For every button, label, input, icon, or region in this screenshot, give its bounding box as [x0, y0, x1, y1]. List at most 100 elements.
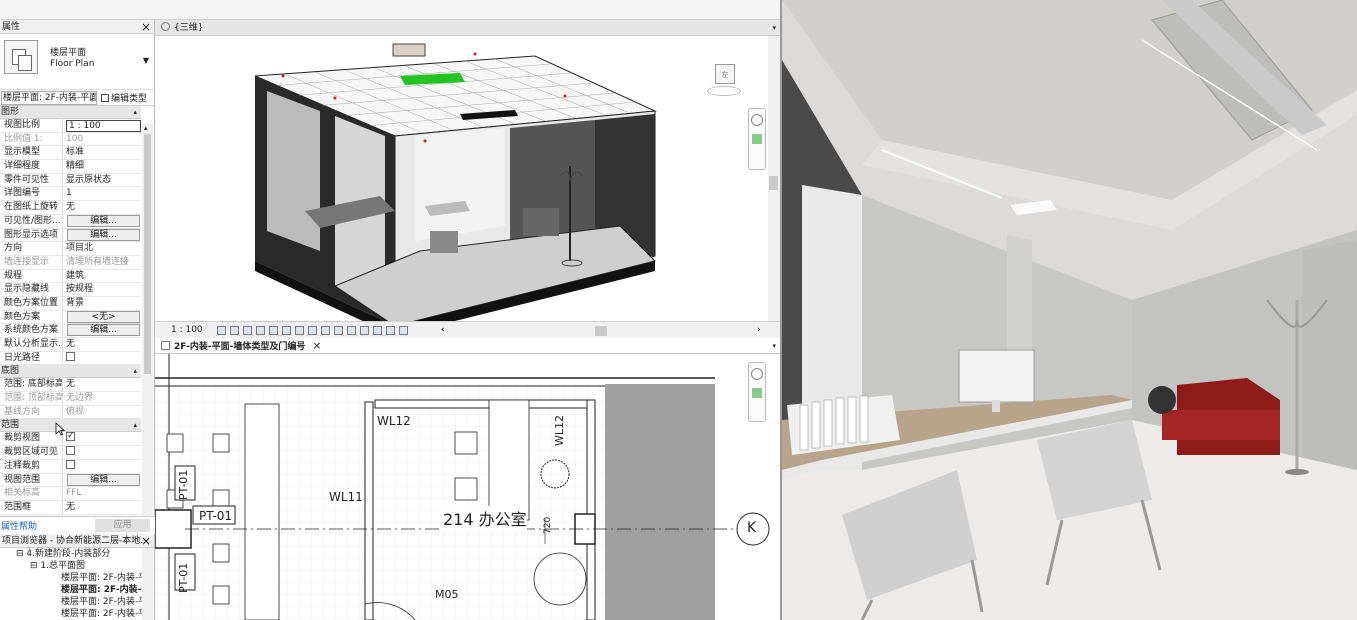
dimension-text[interactable]: 720	[543, 517, 553, 534]
wall-tag-wl12[interactable]: WL12	[553, 415, 566, 446]
steering-wheel-icon[interactable]	[751, 368, 763, 380]
tree-item[interactable]: ⊟ 1.总平面图	[0, 560, 154, 572]
crop-region-visible-checkbox[interactable]	[66, 446, 75, 456]
wall-tag-wl11[interactable]: WL11	[329, 490, 363, 504]
highlight-constraints-icon[interactable]	[373, 326, 382, 335]
prop-row[interactable]: 默认分析显示... 无	[0, 338, 141, 352]
worksharing-icon[interactable]	[386, 326, 395, 335]
sun-path-icon[interactable]	[243, 326, 252, 335]
edit-visibility-button[interactable]: 编辑...	[67, 214, 140, 227]
tree-item[interactable]: 楼层平面: 2F-内装-平	[0, 596, 154, 608]
view-floor-plan[interactable]: 2F-内装-平面-墙体类型及门编号 × ▾ WL12 WL12 WL11 PT-…	[155, 338, 780, 620]
prop-row[interactable]: 规程 建筑	[0, 269, 141, 284]
prop-row[interactable]: 显示隐藏线 按规程	[0, 283, 141, 297]
shadows-icon[interactable]	[256, 326, 265, 335]
show-crop-icon[interactable]	[295, 326, 304, 335]
hscroll-thumb[interactable]	[595, 326, 607, 336]
properties-scrollbar[interactable]: ▴ ▾	[142, 124, 153, 536]
grid-bubble-k[interactable]: K	[747, 520, 756, 536]
detail-level-icon[interactable]	[217, 326, 226, 335]
view-3d-vscroll[interactable]	[768, 36, 780, 321]
section-graphics[interactable]: 图形 ▴	[0, 106, 141, 119]
prop-row[interactable]: 显示模型 标准	[0, 146, 141, 161]
sun-path-checkbox[interactable]	[66, 351, 75, 361]
prop-value[interactable]: 背景	[63, 297, 141, 310]
color-scheme-button[interactable]: <无>	[67, 310, 140, 323]
reveal-hidden-icon[interactable]	[334, 326, 343, 335]
prop-value[interactable]: 建筑	[63, 270, 141, 283]
tree-item[interactable]: ⊟ 4.新建阶段-内装部分	[0, 548, 154, 560]
view-menu-icon[interactable]: ▾	[772, 20, 776, 36]
partition-tag-pt01[interactable]: PT-01	[177, 563, 190, 593]
view-scale-label[interactable]: 1 : 100	[171, 322, 203, 339]
prop-row[interactable]: 范围框无	[0, 500, 141, 515]
prop-row[interactable]: 颜色方案位置 背景	[0, 296, 141, 311]
section-extents[interactable]: 范围 ▴	[0, 419, 141, 433]
wall-tag-wl12[interactable]: WL12	[377, 414, 411, 428]
close-icon[interactable]: ×	[141, 20, 151, 34]
system-color-scheme-button[interactable]: 编辑...	[67, 324, 140, 337]
annotation-crop-checkbox[interactable]	[66, 459, 75, 469]
prop-row[interactable]: 视图范围 编辑...	[0, 473, 141, 488]
prop-value[interactable]: 无	[63, 338, 141, 351]
navigation-bar[interactable]	[748, 362, 766, 422]
prop-value[interactable]: 无	[63, 501, 141, 514]
partition-tag-pt01[interactable]: PT-01	[177, 470, 190, 500]
show-analytical-icon[interactable]	[360, 326, 369, 335]
prop-value[interactable]: 项目北	[63, 242, 141, 255]
prop-value[interactable]: 标准	[63, 146, 141, 159]
prop-value[interactable]: 显示原状态	[63, 174, 141, 187]
prop-row[interactable]: 注释裁剪	[0, 459, 141, 474]
crop-view-checkbox[interactable]	[66, 432, 75, 443]
temp-properties-icon[interactable]	[347, 326, 356, 335]
prop-row[interactable]: 详图编号 1	[0, 187, 141, 202]
tree-item[interactable]: 楼层平面: 2F-内装-平	[0, 572, 154, 584]
prop-row[interactable]: 系统颜色方案 编辑...	[0, 324, 141, 338]
view-3d[interactable]: {三维} ▾ 左 1: 100 ‹ ›	[155, 20, 780, 338]
prop-value[interactable]: 1	[63, 187, 141, 200]
apply-button[interactable]: 应用	[95, 519, 150, 532]
prop-row[interactable]: 范围: 底部标高无	[0, 378, 141, 393]
viewcube[interactable]: 左	[703, 58, 743, 98]
tree-item[interactable]: 楼层平面: 2F-内装-平	[0, 608, 154, 620]
unlock-3d-icon[interactable]	[308, 326, 317, 335]
scroll-right-icon[interactable]: ›	[757, 322, 761, 339]
zoom-icon[interactable]	[752, 388, 762, 398]
prop-row[interactable]: 详细程度 精细	[0, 160, 141, 174]
prop-row[interactable]: 视图比例 1 : 100	[0, 119, 141, 133]
instance-selector[interactable]: 楼层平面: 2F-内装-平面 ⌄	[1, 90, 97, 105]
prop-row[interactable]: 方向 项目北	[0, 242, 141, 256]
prop-row[interactable]: 可见性/图形... 编辑...	[0, 214, 141, 229]
prop-row[interactable]: 裁剪区域可见	[0, 446, 141, 460]
prop-row[interactable]: 裁剪视图	[0, 432, 141, 447]
prop-row[interactable]: 日光路径	[0, 351, 141, 366]
crop-view-icon[interactable]	[282, 326, 291, 335]
temp-hide-icon[interactable]	[321, 326, 330, 335]
design-options-icon[interactable]	[399, 326, 408, 335]
tree-item-active[interactable]: 楼层平面: 2F-内装-平	[0, 584, 154, 596]
steering-wheel-icon[interactable]	[751, 114, 763, 126]
type-selector[interactable]: 楼层平面 Floor Plan ▼	[0, 34, 154, 90]
view-3d-tab[interactable]: {三维} ▾	[155, 20, 780, 36]
prop-value[interactable]: 按规程	[63, 283, 141, 296]
plan-tab[interactable]: 2F-内装-平面-墙体类型及门编号 × ▾	[155, 338, 780, 354]
scrollbar-thumb[interactable]	[144, 134, 151, 374]
zoom-icon[interactable]	[752, 134, 762, 144]
view-range-button[interactable]: 编辑...	[67, 473, 140, 486]
prop-row[interactable]: 零件可见性 显示原状态	[0, 173, 141, 188]
room-tag[interactable]: 214 办公室	[443, 506, 527, 530]
prop-value[interactable]: 精细	[63, 160, 141, 173]
dropdown-arrow-icon[interactable]: ▼	[143, 56, 149, 65]
view-menu-icon[interactable]: ▾	[772, 338, 776, 354]
partition-tag-pt01[interactable]: PT-01	[199, 509, 232, 523]
prop-row[interactable]: 图形显示选项 编辑...	[0, 228, 141, 243]
close-icon[interactable]: ×	[141, 534, 151, 548]
section-underlay[interactable]: 底图 ▴	[0, 365, 141, 379]
prop-value[interactable]: 无	[63, 378, 141, 391]
edit-type-button[interactable]: 编辑类型	[101, 91, 147, 104]
prop-value[interactable]: 无	[63, 201, 141, 214]
properties-help-link[interactable]: 属性帮助	[1, 519, 37, 532]
door-tag-m05[interactable]: M05	[435, 588, 459, 601]
render-icon[interactable]	[269, 326, 278, 335]
visual-style-icon[interactable]	[230, 326, 239, 335]
